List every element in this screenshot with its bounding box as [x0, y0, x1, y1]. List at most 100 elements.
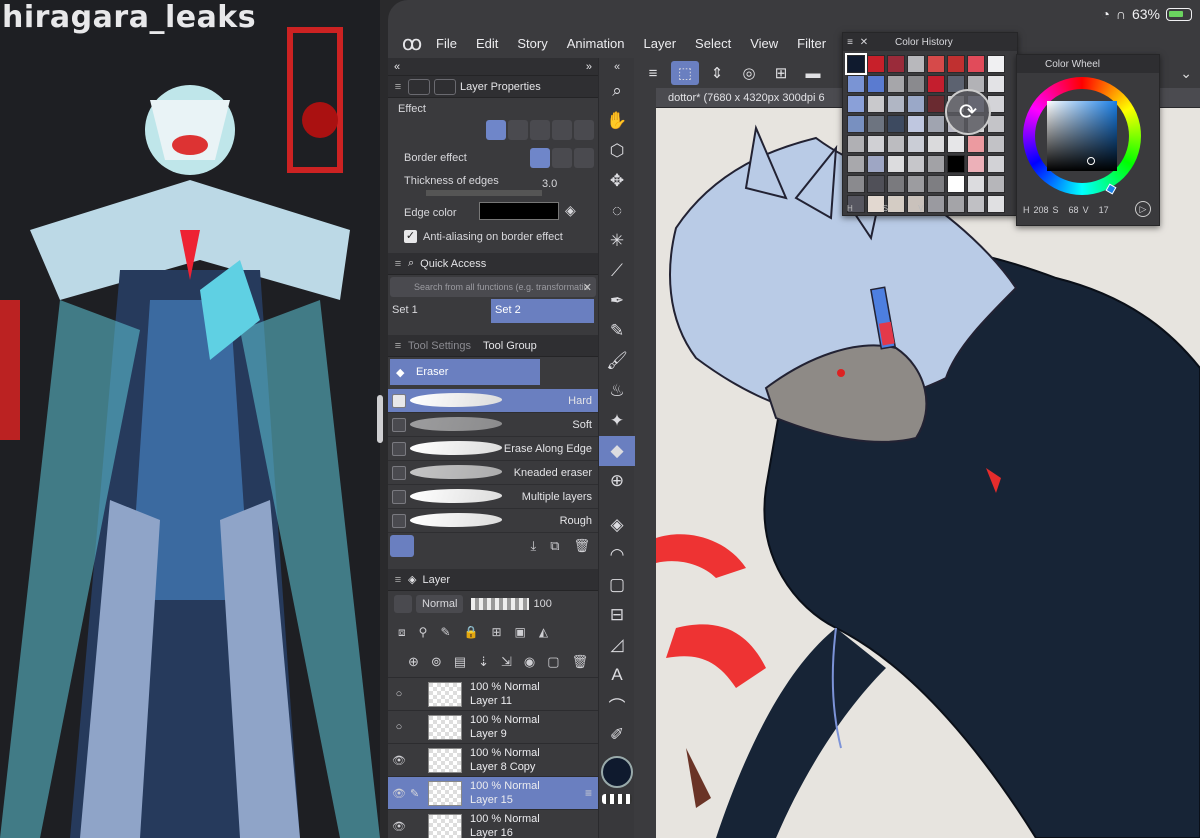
collapse-left-icon[interactable]: « — [394, 61, 400, 73]
menu-view[interactable]: View — [750, 36, 778, 51]
eyedropper-icon[interactable]: ⟋ — [599, 256, 635, 286]
layer-row[interactable]: ○ 100 % Normal Layer 11 — [388, 678, 598, 711]
panel-title[interactable]: Layer — [422, 574, 450, 586]
color-swatch[interactable] — [867, 135, 885, 153]
balloon-tool-icon[interactable]: ⌒ — [599, 690, 635, 720]
transfer-icon[interactable]: ⇣ — [478, 654, 489, 670]
sub-tool-rough[interactable]: Rough — [388, 509, 598, 533]
lock-icon[interactable]: 🔒 — [464, 625, 479, 639]
tab-set2[interactable]: Set 2 — [491, 299, 594, 323]
color-swatch[interactable] — [847, 155, 865, 173]
split-view-handle[interactable] — [377, 395, 383, 443]
sub-tool-options-icon[interactable] — [390, 535, 414, 557]
checkbox[interactable] — [392, 490, 406, 504]
main-color-swatch[interactable] — [601, 756, 633, 788]
menu-select[interactable]: Select — [695, 36, 731, 51]
color-swatch[interactable] — [867, 55, 885, 73]
hamburger-menu-icon[interactable]: ≡ — [639, 61, 667, 85]
color-swatch[interactable] — [927, 195, 945, 213]
color-swatch[interactable] — [847, 175, 865, 193]
blend-tool-icon[interactable]: ⊕ — [599, 466, 635, 496]
tab-icon[interactable] — [434, 78, 456, 95]
color-swatch[interactable] — [907, 155, 925, 173]
color-swatch[interactable] — [987, 135, 1005, 153]
text-tool-icon[interactable]: A — [599, 660, 635, 690]
reference-icon[interactable]: ⚲ — [419, 625, 428, 639]
color-swatch[interactable] — [927, 75, 945, 93]
play-icon[interactable]: ▷ — [1135, 201, 1151, 217]
color-swatch[interactable] — [847, 75, 865, 93]
layer-lock-toggle[interactable] — [410, 688, 428, 700]
color-swatch[interactable] — [887, 175, 905, 193]
pen-tool-icon[interactable]: ✒ — [599, 286, 635, 316]
eye-icon[interactable]: 👁 — [388, 820, 410, 833]
visibility-toggle[interactable]: ○ — [388, 688, 410, 700]
download-icon[interactable]: ⤓ — [530, 538, 536, 554]
color-swatch[interactable] — [867, 115, 885, 133]
eraser-group-header[interactable]: ◆ Eraser — [390, 359, 540, 385]
quick-access-search[interactable]: Search from all functions (e.g. transfor… — [390, 277, 596, 297]
collapse-icon[interactable]: « — [599, 58, 635, 76]
eye-icon[interactable]: 👁 — [388, 787, 410, 800]
frame-tool-icon[interactable]: ⊟ — [599, 600, 635, 630]
color-swatch[interactable] — [967, 135, 985, 153]
sub-tool-soft[interactable]: Soft — [388, 413, 598, 437]
panel-title[interactable]: Layer Properties — [460, 81, 541, 93]
app-logo-icon[interactable]: ꝏ — [388, 31, 436, 56]
border-effect-button[interactable] — [486, 120, 506, 140]
color-swatch[interactable] — [967, 175, 985, 193]
antialias-checkbox[interactable]: ✓ — [404, 230, 417, 243]
layer-lock-toggle[interactable] — [410, 721, 428, 733]
chevron-down-icon[interactable]: ⌄ — [1180, 65, 1192, 82]
magic-wand-icon[interactable]: ✳ — [599, 226, 635, 256]
s-value[interactable]: 68 — [1069, 205, 1079, 215]
sub-tool-erase-along-edge[interactable]: Erase Along Edge — [388, 437, 598, 461]
duplicate-icon[interactable]: ⧉ — [550, 538, 559, 554]
tab-tool-group[interactable]: Tool Group — [483, 340, 537, 352]
fill-tool-icon[interactable]: ◈ — [599, 510, 635, 540]
color-swatch[interactable] — [967, 55, 985, 73]
operation-tool-icon[interactable]: ⬡ — [599, 136, 635, 166]
new-raster-icon[interactable]: ⊕ — [408, 654, 419, 670]
color-swatch[interactable] — [987, 175, 1005, 193]
gradient-tool-icon[interactable]: ◠ — [599, 540, 635, 570]
color-swatch[interactable] — [847, 95, 865, 113]
effect-button[interactable] — [530, 120, 550, 140]
color-swatch[interactable] — [847, 115, 865, 133]
checkbox[interactable] — [392, 418, 406, 432]
pencil-tool-icon[interactable]: ✎ — [599, 316, 635, 346]
checkbox[interactable] — [392, 466, 406, 480]
watercolor-edge-button[interactable] — [552, 148, 572, 168]
zoom-tool-icon[interactable]: ⌕ — [599, 76, 635, 106]
h-value[interactable]: 208 — [1034, 205, 1049, 215]
checkbox[interactable] — [392, 394, 406, 408]
layer-menu-icon[interactable]: ≡ — [585, 786, 592, 800]
eye-icon[interactable]: 👁 — [388, 754, 410, 767]
hue-cursor[interactable] — [1105, 183, 1117, 195]
color-swatch[interactable] — [927, 95, 945, 113]
color-swatch[interactable] — [927, 135, 945, 153]
color-swatch[interactable] — [927, 115, 945, 133]
color-swatch[interactable] — [947, 155, 965, 173]
sv-square[interactable] — [1047, 101, 1117, 171]
trash-icon[interactable]: 🗑 — [573, 538, 590, 554]
color-swatch[interactable] — [947, 135, 965, 153]
menu-animation[interactable]: Animation — [567, 36, 625, 51]
color-swatch[interactable] — [887, 135, 905, 153]
effect-button[interactable] — [552, 120, 572, 140]
layer-row[interactable]: 👁 100 % Normal Layer 16 — [388, 810, 598, 838]
color-swatch[interactable] — [927, 175, 945, 193]
layer-row[interactable]: ○ 100 % Normal Layer 9 — [388, 711, 598, 744]
color-swatch[interactable] — [887, 155, 905, 173]
sub-tool-multiple-layers[interactable]: Multiple layers — [388, 485, 598, 509]
color-swatch[interactable] — [987, 195, 1005, 213]
folder-icon[interactable]: ▬ — [799, 61, 827, 85]
color-swatch[interactable] — [927, 155, 945, 173]
color-swatch[interactable] — [947, 195, 965, 213]
trash-icon[interactable]: 🗑 — [572, 654, 589, 670]
sv-cursor[interactable] — [1087, 157, 1095, 165]
opacity-slider[interactable] — [471, 598, 530, 610]
correct-line-icon[interactable]: ✐ — [599, 720, 635, 750]
color-swatch[interactable] — [907, 55, 925, 73]
color-swatch[interactable] — [867, 95, 885, 113]
